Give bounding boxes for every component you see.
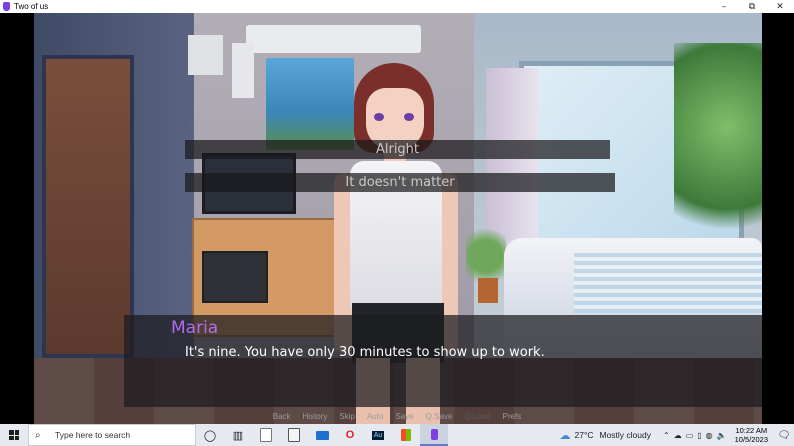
- store-icon[interactable]: [392, 424, 420, 446]
- quick-menu-history[interactable]: History: [303, 412, 328, 424]
- scene-printer: [202, 251, 268, 303]
- quick-menu-auto[interactable]: Auto: [367, 412, 383, 424]
- chevron-up-icon[interactable]: ⌃: [663, 431, 670, 440]
- scene-pot: [478, 278, 498, 303]
- start-button[interactable]: [0, 424, 28, 446]
- audition-icon[interactable]: Au: [364, 424, 392, 446]
- opera-icon[interactable]: O: [336, 424, 364, 446]
- scene-frame: [232, 43, 254, 98]
- windows-taskbar: ⌕ Type here to search ◯ ▥ O Au ☁ 27°C Mo…: [0, 424, 794, 446]
- game-viewport[interactable]: Alright It doesn't matter Maria It's nin…: [0, 13, 794, 424]
- file-icon[interactable]: [252, 424, 280, 446]
- speaker-name: Maria: [171, 318, 219, 338]
- network-icon[interactable]: ◍: [706, 431, 713, 440]
- character-eye: [404, 113, 414, 121]
- clock-time: 10:22 AM: [735, 426, 768, 435]
- cloud-icon[interactable]: ☁: [674, 431, 682, 440]
- dialogue-text: It's nine. You have only 30 minutes to s…: [185, 345, 545, 360]
- scene-tree: [674, 43, 762, 253]
- quick-menu-quick-save[interactable]: Q.Save: [426, 412, 453, 424]
- taskbar-clock[interactable]: 10:22 AM 10/5/2023: [735, 426, 768, 444]
- cortana-icon[interactable]: ◯: [196, 424, 224, 446]
- weather-widget[interactable]: ☁ 27°C Mostly cloudy: [560, 429, 652, 442]
- notification-icon[interactable]: 🗨: [774, 424, 794, 446]
- scene-air-conditioner: [246, 25, 421, 53]
- scene-poster: [266, 58, 354, 150]
- battery-icon[interactable]: ▯: [697, 431, 701, 440]
- search-icon: ⌕: [35, 429, 41, 441]
- windows-logo-icon: [9, 430, 19, 440]
- minimize-button[interactable]: –: [710, 0, 738, 13]
- game-app-icon[interactable]: [420, 424, 448, 446]
- dialogue-box[interactable]: [124, 315, 762, 407]
- quick-menu-save[interactable]: Save: [395, 412, 413, 424]
- mail-icon[interactable]: [308, 424, 336, 446]
- app-logo-icon: [3, 2, 10, 11]
- maximize-button[interactable]: ⧉: [738, 0, 766, 13]
- search-placeholder: Type here to search: [55, 430, 131, 440]
- volume-icon[interactable]: 🔈: [717, 431, 727, 440]
- system-tray: ⌃ ☁ ▭ ▯ ◍ 🔈: [663, 431, 727, 440]
- quick-menu-prefs[interactable]: Prefs: [503, 412, 522, 424]
- task-view-icon[interactable]: ▥: [224, 424, 252, 446]
- quick-menu: Back History Skip Auto Save Q.Save Q.Loa…: [0, 412, 794, 424]
- window-title: Two of us: [14, 2, 49, 11]
- scene-door: [42, 55, 134, 358]
- scene-blanket: [574, 253, 762, 313]
- weather-condition: Mostly cloudy: [599, 430, 652, 440]
- quick-menu-quick-load: Q.Load: [464, 412, 491, 421]
- weather-temp: 27°C: [574, 430, 594, 440]
- window-titlebar: Two of us – ⧉ ✕: [0, 0, 794, 13]
- quick-menu-back[interactable]: Back: [273, 412, 291, 424]
- partly-cloudy-icon: ☁: [559, 429, 571, 442]
- clock-date: 10/5/2023: [734, 435, 768, 444]
- close-button[interactable]: ✕: [766, 0, 794, 13]
- document-icon[interactable]: [280, 424, 308, 446]
- character-eye: [374, 113, 384, 121]
- scene-frame: [188, 35, 223, 75]
- quick-menu-skip[interactable]: Skip: [339, 412, 355, 424]
- choice-option-alright[interactable]: Alright: [185, 140, 610, 159]
- choice-option-doesnt-matter[interactable]: It doesn't matter: [185, 173, 615, 192]
- taskbar-search[interactable]: ⌕ Type here to search: [28, 424, 196, 446]
- monitor-icon[interactable]: ▭: [686, 431, 694, 440]
